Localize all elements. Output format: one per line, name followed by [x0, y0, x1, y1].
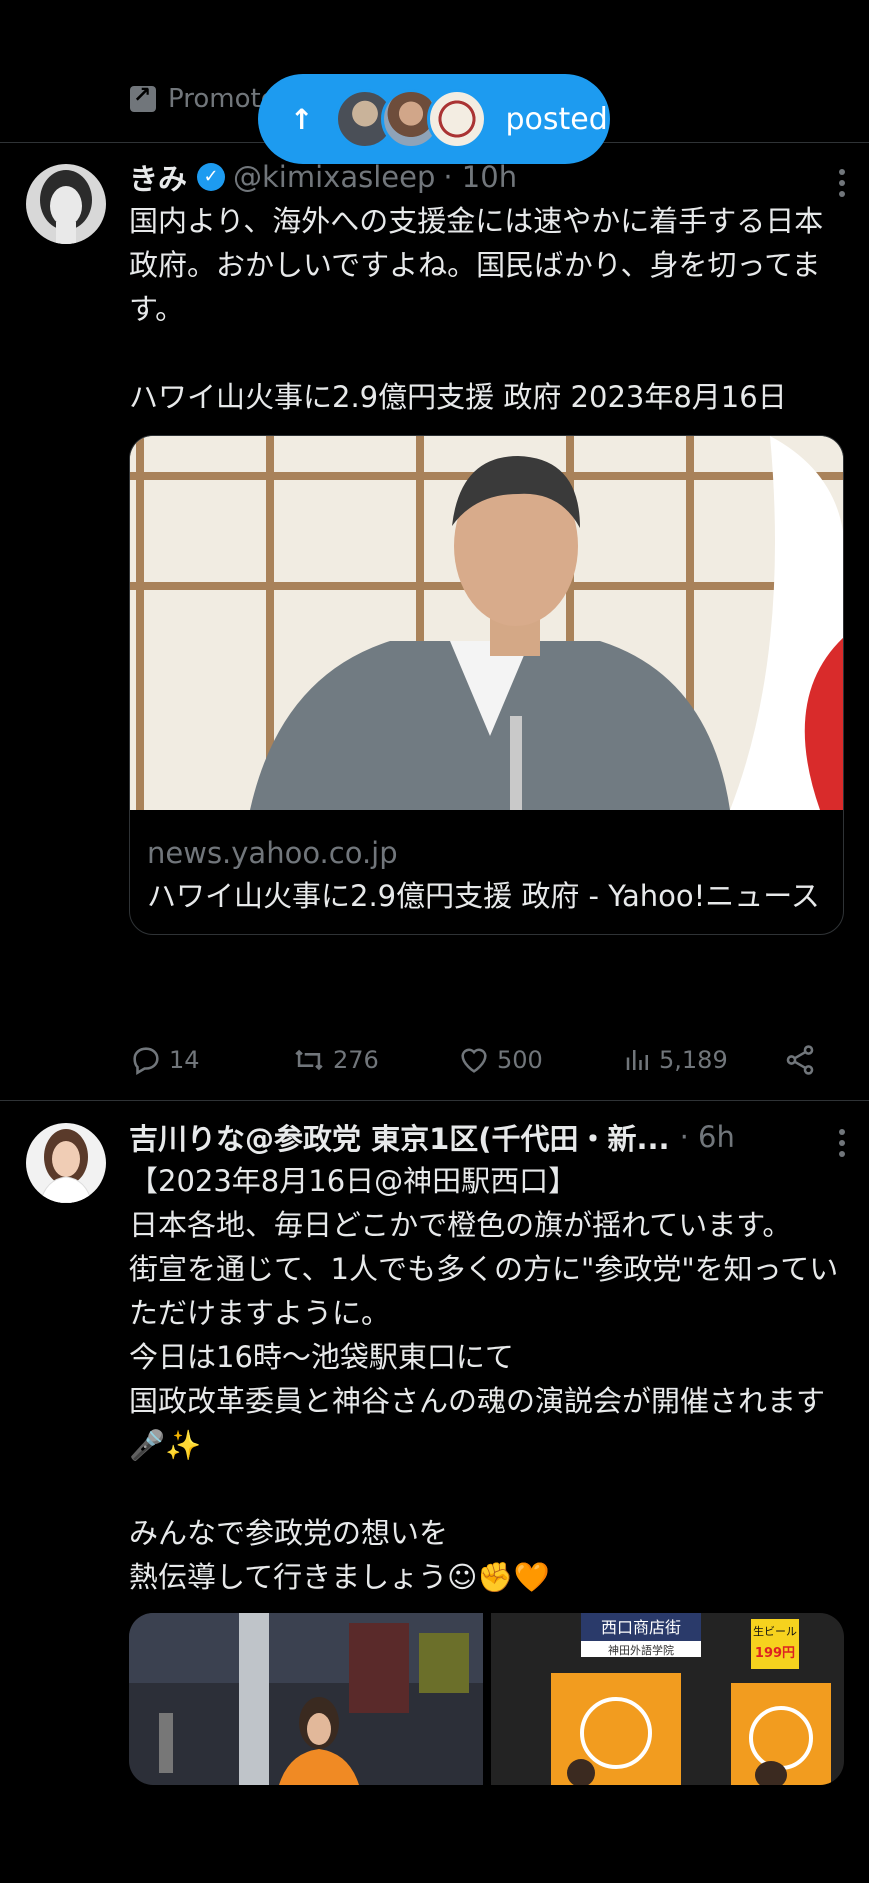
avatar [427, 89, 488, 149]
reply-button[interactable]: 14 [129, 1043, 200, 1077]
posted-label: posted [505, 101, 608, 137]
repost-icon [295, 1049, 323, 1071]
beer-sign: 生ビール [753, 1624, 797, 1638]
reply-icon [133, 1047, 159, 1076]
promoted-icon [130, 83, 156, 112]
avatar[interactable] [26, 1123, 106, 1203]
street-photo: 西口商店街 神田外語学院 生ビール 199円 [490, 1613, 844, 1785]
analytics-icon [626, 1050, 648, 1070]
divider [0, 1100, 869, 1101]
display-name[interactable]: 吉川りな@参政党 東京1区(千代田・新... [129, 1116, 670, 1158]
more-options-icon[interactable] [839, 169, 847, 197]
timestamp[interactable]: · 10h [443, 160, 517, 194]
share-icon [786, 1045, 814, 1075]
link-card[interactable]: news.yahoo.co.jp ハワイ山火事に2.9億円支援 政府 - Yah… [129, 435, 844, 935]
link-card-domain: news.yahoo.co.jp [147, 836, 398, 870]
avatar[interactable] [26, 164, 106, 244]
repost-button[interactable]: 276 [291, 1043, 379, 1077]
like-button[interactable]: 500 [457, 1043, 543, 1077]
price-sign: 199円 [754, 1646, 794, 1661]
view-count: 5,189 [659, 1046, 728, 1074]
tweet-actions: 14 276 500 5,189 [129, 1040, 844, 1080]
reply-count: 14 [169, 1046, 200, 1074]
new-posts-pill[interactable]: ↑ posted [258, 74, 610, 164]
heart-icon [461, 1048, 487, 1073]
share-button[interactable] [783, 1043, 817, 1077]
news-photo [130, 436, 843, 810]
tweet-header: きみ ✓ @kimixasleep · 10h [129, 157, 844, 197]
views-button[interactable]: 5,189 [623, 1043, 728, 1077]
more-options-icon[interactable] [839, 1129, 847, 1157]
posted-avatars [335, 89, 488, 149]
handle[interactable]: @kimixasleep [233, 160, 435, 194]
media-photo[interactable] [129, 1613, 483, 1785]
tweet-text: 国内より、海外への支援金には速やかに着手する日本政府。おかしいですよね。国民ばか… [129, 204, 824, 414]
tweet-header: 吉川りな@参政党 東京1区(千代田・新... · 6h [129, 1117, 844, 1157]
street-photo [129, 1613, 483, 1785]
media-photo[interactable]: 西口商店街 神田外語学院 生ビール 199円 [490, 1613, 845, 1785]
avatar-image [26, 1123, 106, 1203]
school-sign: 神田外語学院 [608, 1643, 674, 1657]
tweet-text: 【2023年8月16日@神田駅西口】 日本各地、毎日どこかで橙色の旗が揺れていま… [129, 1164, 839, 1594]
repost-count: 276 [333, 1046, 379, 1074]
verified-badge-icon: ✓ [197, 163, 226, 191]
link-card-title: ハワイ山火事に2.9億円支援 政府 - Yahoo!ニュース [147, 879, 820, 913]
avatar-image [26, 164, 106, 244]
timestamp[interactable]: · 6h [680, 1120, 735, 1154]
display-name[interactable]: きみ [129, 156, 187, 198]
like-count: 500 [497, 1046, 543, 1074]
link-card-image [130, 436, 843, 810]
tweet-media[interactable]: 西口商店街 神田外語学院 生ビール 199円 [129, 1613, 844, 1785]
shop-sign: 西口商店街 [600, 1618, 680, 1637]
arrow-up-icon: ↑ [290, 102, 314, 136]
